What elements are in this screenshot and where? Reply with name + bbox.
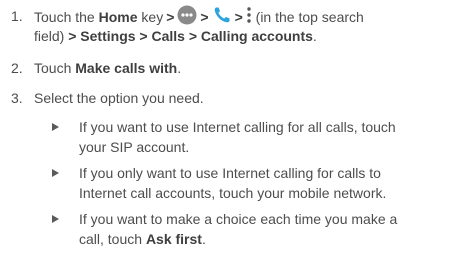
step-1-line-2: field) > Settings > Calls > Calling acco… [34, 26, 452, 46]
bullet-2-line-2: Internet call accounts, touch your mobil… [79, 185, 387, 201]
separator: > [166, 9, 175, 26]
bullet-arrow-icon [52, 215, 59, 223]
step-1-text-d: field) [34, 28, 69, 44]
bullet-1-line-1: If you want to use Internet calling for … [79, 119, 396, 135]
bullet-3-line-2: call, touch Ask first. [79, 229, 454, 249]
bullet-1-line-2: your SIP account. [79, 139, 190, 155]
bullet-3-line-1: If you want to make a choice each time y… [79, 211, 398, 227]
step-number: 3. [11, 90, 23, 106]
step-1-text-b: key [137, 9, 164, 26]
step-2-line: Touch Make calls with. [34, 58, 452, 78]
separator: > [200, 9, 209, 26]
step-1-line-1: Touch the Home key > > > (in the top search [34, 5, 452, 29]
instructions-document: 1. Touch the Home key > > > (in the top sea… [0, 0, 459, 254]
step-number: 1. [11, 8, 23, 24]
bullet-3-text-b: . [201, 231, 206, 247]
step-1-text-c: (in the top search [251, 9, 364, 26]
step-1-text-a: Touch the [34, 9, 99, 26]
home-key-label: Home [98, 9, 138, 26]
more-menu-icon [246, 6, 252, 29]
separator: > [234, 9, 243, 26]
bullet-2-line-1: If you only want to use Internet calling… [79, 165, 381, 181]
settings-path: > Settings > Calls > Calling accounts [68, 28, 313, 44]
make-calls-with-label: Make calls with [75, 60, 178, 76]
step-number: 2. [11, 60, 23, 76]
bullet-text: If you only want to use Internet calling… [79, 163, 454, 203]
phone-icon [212, 5, 232, 30]
step-2-text-b: . [177, 60, 182, 76]
step-1-text-e: . [312, 28, 317, 44]
bullet-arrow-icon [52, 123, 59, 131]
bullet-text: If you want to make a choice each time y… [79, 209, 454, 249]
apps-icon [177, 5, 197, 30]
ask-first-label: Ask first [145, 231, 202, 247]
bullet-text: If you want to use Internet calling for … [79, 117, 454, 157]
step-text: Touch Make calls with. [34, 58, 452, 78]
step-text: Select the option you need. [34, 88, 452, 108]
bullet-3-text-a: call, touch [79, 231, 146, 247]
step-text: Touch the Home key > > > (in the top search… [34, 5, 452, 46]
bullet-arrow-icon [52, 169, 59, 177]
step-2-text-a: Touch [34, 60, 76, 76]
step-3-line: Select the option you need. [34, 90, 204, 106]
